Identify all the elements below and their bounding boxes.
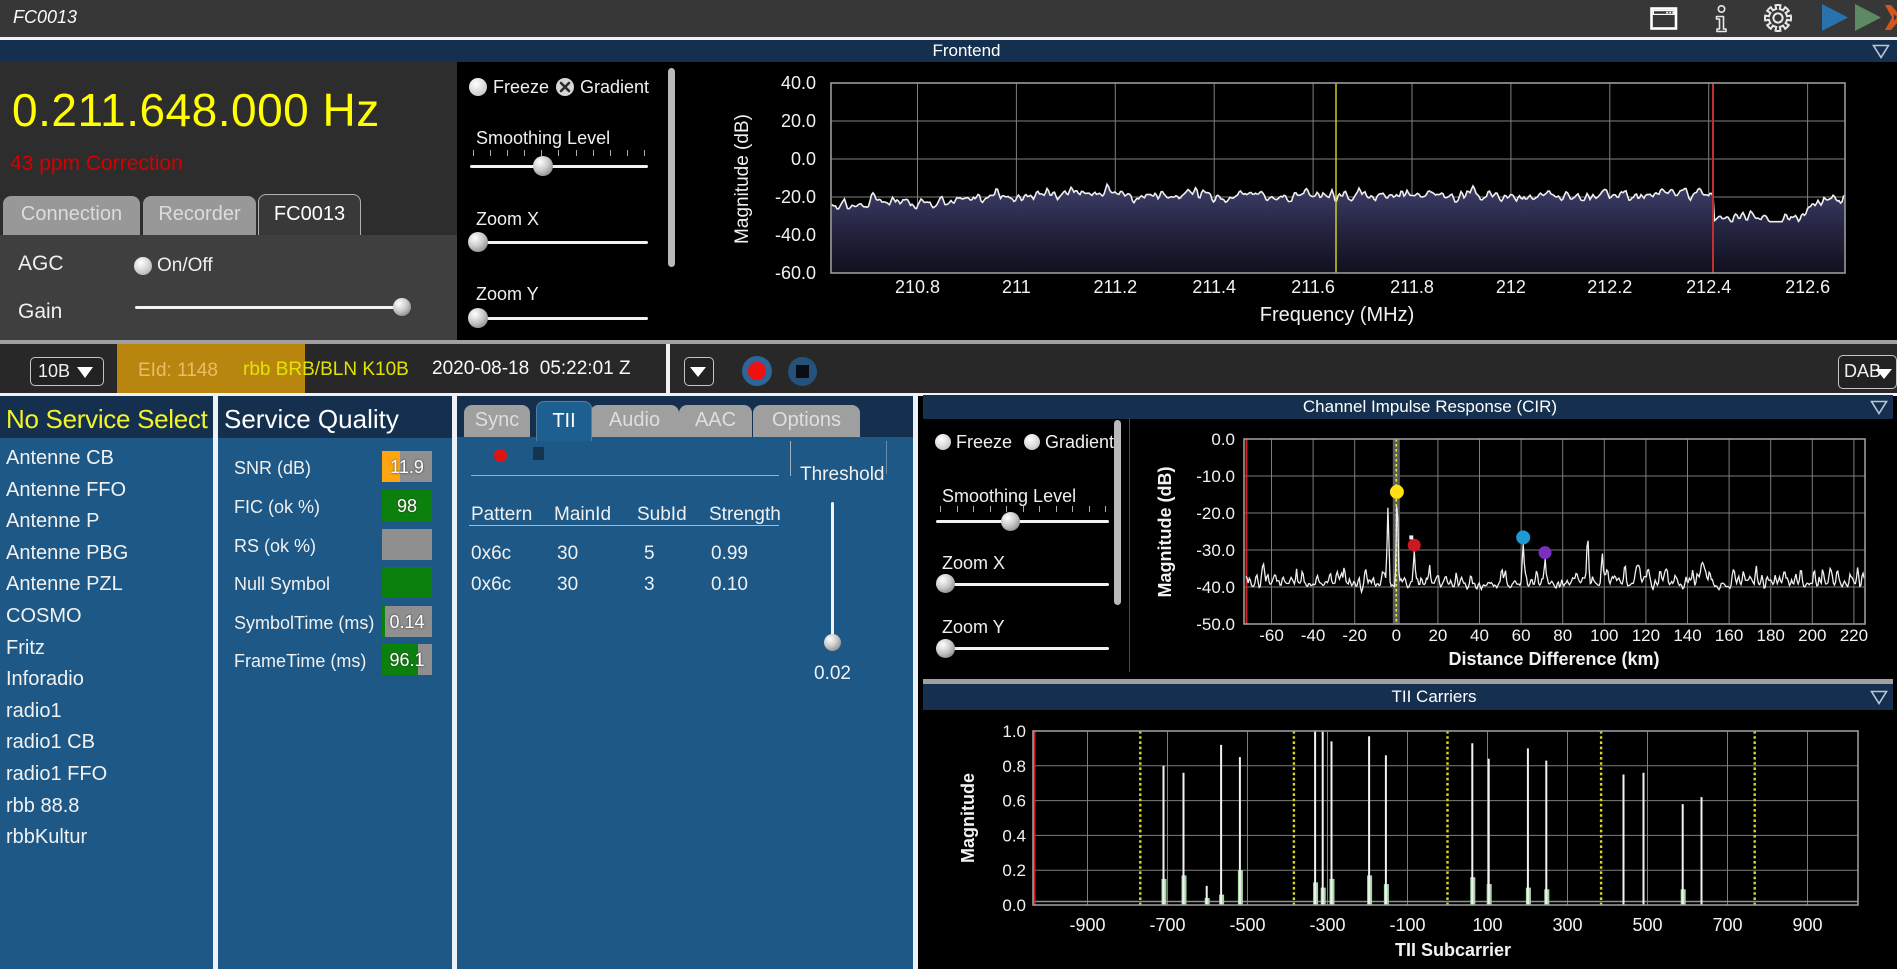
svg-text:-50.0: -50.0 — [1196, 615, 1235, 634]
svg-text:-300: -300 — [1309, 915, 1345, 935]
svg-text:-60: -60 — [1259, 626, 1284, 645]
svg-text:700: 700 — [1712, 915, 1742, 935]
svg-text:60: 60 — [1512, 626, 1531, 645]
svg-text:210.8: 210.8 — [895, 277, 940, 297]
svg-text:0.6: 0.6 — [1002, 792, 1026, 811]
svg-text:1.0: 1.0 — [1002, 722, 1026, 741]
svg-text:-500: -500 — [1229, 915, 1265, 935]
svg-text:211.4: 211.4 — [1192, 277, 1236, 297]
svg-text:0.4: 0.4 — [1002, 826, 1026, 845]
svg-text:-30.0: -30.0 — [1196, 541, 1235, 560]
svg-text:211.2: 211.2 — [1093, 277, 1137, 297]
svg-text:500: 500 — [1632, 915, 1662, 935]
svg-text:Magnitude (dB): Magnitude (dB) — [1155, 467, 1175, 598]
svg-text:0.0: 0.0 — [1211, 430, 1235, 449]
svg-text:211.8: 211.8 — [1390, 277, 1434, 297]
svg-text:TII Subcarrier: TII Subcarrier — [1395, 940, 1511, 960]
svg-text:212.2: 212.2 — [1587, 277, 1632, 297]
svg-text:212.4: 212.4 — [1686, 277, 1731, 297]
svg-text:-700: -700 — [1149, 915, 1185, 935]
svg-text:-100: -100 — [1389, 915, 1425, 935]
svg-text:211.6: 211.6 — [1291, 277, 1335, 297]
svg-text:300: 300 — [1552, 915, 1582, 935]
svg-text:211: 211 — [1002, 277, 1031, 297]
svg-text:0.8: 0.8 — [1002, 757, 1026, 776]
svg-text:160: 160 — [1715, 626, 1743, 645]
svg-text:-60.0: -60.0 — [775, 263, 816, 283]
svg-text:-20.0: -20.0 — [1196, 504, 1235, 523]
svg-text:-40.0: -40.0 — [1196, 578, 1235, 597]
svg-text:40: 40 — [1470, 626, 1489, 645]
svg-text:140: 140 — [1673, 626, 1701, 645]
svg-text:220: 220 — [1840, 626, 1868, 645]
svg-text:Magnitude (dB): Magnitude (dB) — [732, 114, 753, 244]
svg-text:180: 180 — [1757, 626, 1785, 645]
svg-text:0.0: 0.0 — [1002, 896, 1026, 915]
svg-text:0.2: 0.2 — [1002, 861, 1026, 880]
svg-text:Magnitude: Magnitude — [958, 773, 978, 863]
svg-text:40.0: 40.0 — [781, 73, 816, 93]
svg-text:212.6: 212.6 — [1785, 277, 1830, 297]
svg-text:-900: -900 — [1069, 915, 1105, 935]
svg-text:100: 100 — [1472, 915, 1502, 935]
svg-text:0.0: 0.0 — [791, 149, 816, 169]
svg-text:-20.0: -20.0 — [775, 187, 816, 207]
svg-text:20: 20 — [1428, 626, 1447, 645]
svg-text:20.0: 20.0 — [781, 111, 816, 131]
svg-text:-20: -20 — [1342, 626, 1367, 645]
svg-text:Distance Difference (km): Distance Difference (km) — [1448, 649, 1659, 669]
svg-text:120: 120 — [1632, 626, 1660, 645]
svg-text:212: 212 — [1496, 277, 1526, 297]
svg-text:-40.0: -40.0 — [775, 225, 816, 245]
svg-text:0: 0 — [1392, 626, 1401, 645]
svg-text:-10.0: -10.0 — [1196, 467, 1235, 486]
svg-text:-40: -40 — [1301, 626, 1326, 645]
svg-text:80: 80 — [1553, 626, 1572, 645]
svg-text:200: 200 — [1798, 626, 1826, 645]
svg-text:Frequency (MHz): Frequency (MHz) — [1260, 304, 1414, 326]
svg-text:900: 900 — [1792, 915, 1822, 935]
svg-text:100: 100 — [1590, 626, 1618, 645]
